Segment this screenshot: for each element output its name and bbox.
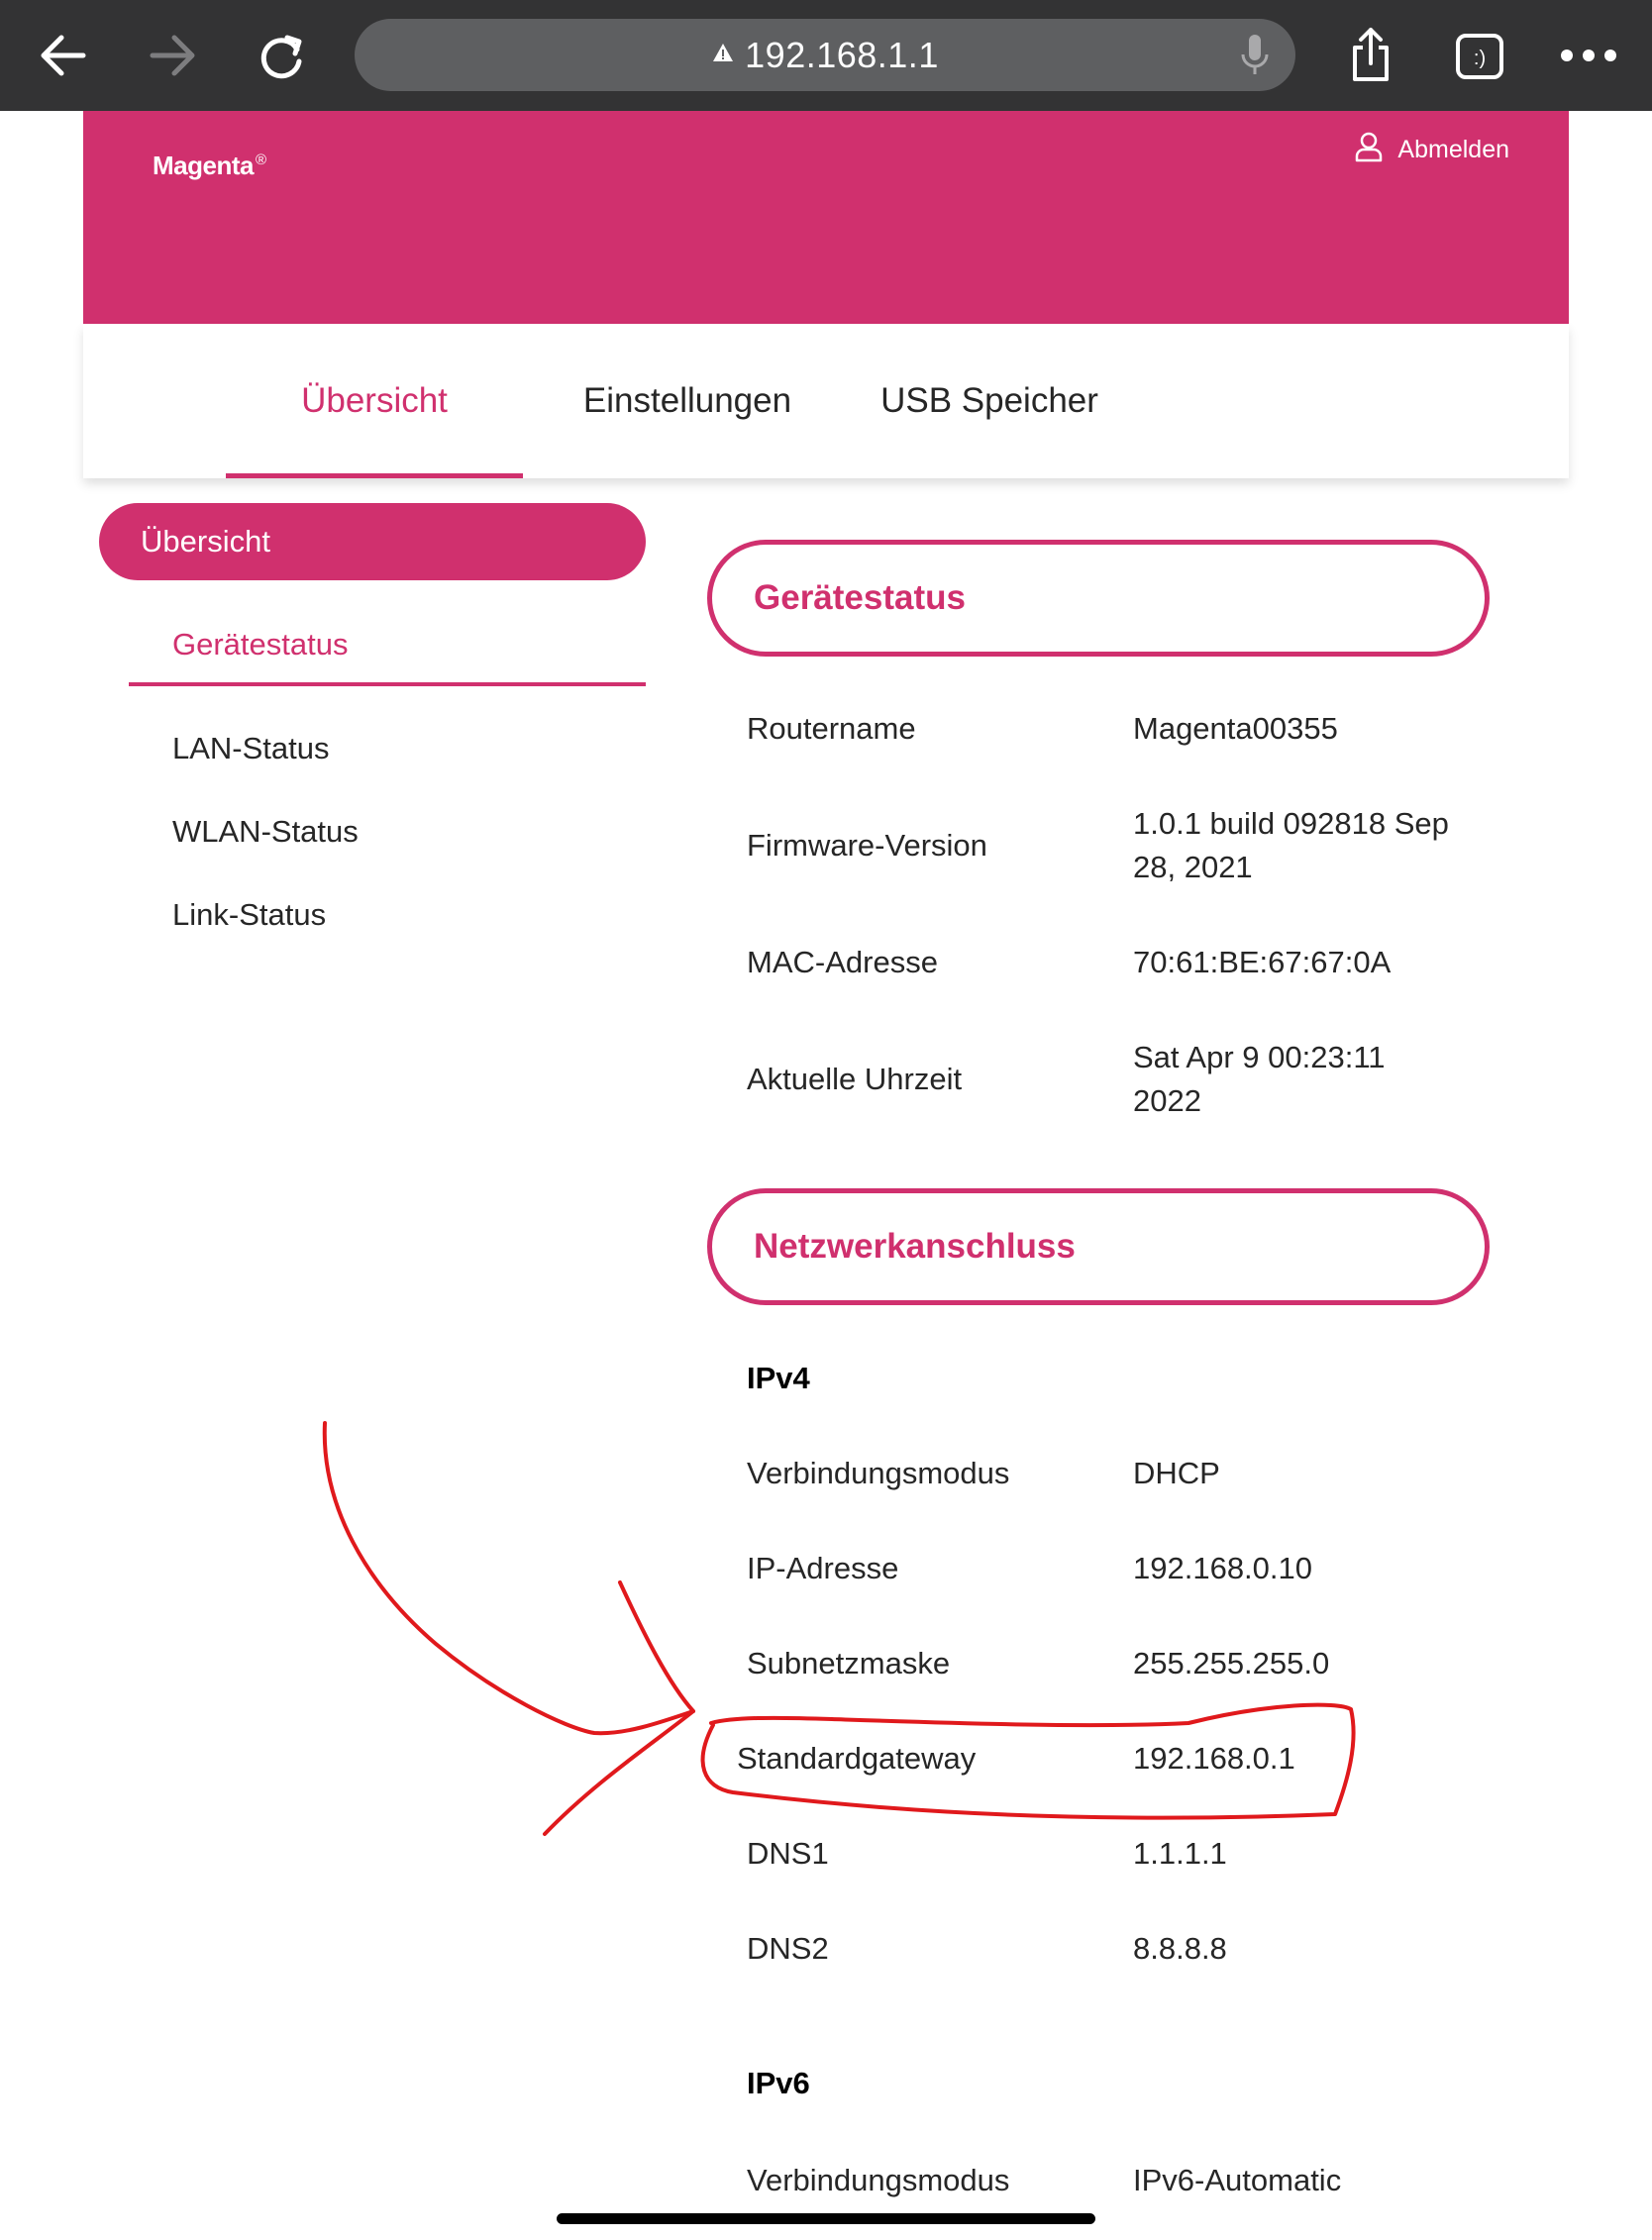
red-annotation bbox=[322, 1421, 1356, 1836]
annotation-highlight-loop bbox=[700, 1702, 1356, 1820]
home-indicator bbox=[557, 2213, 1095, 2224]
annotation-arrowhead bbox=[543, 1580, 695, 1836]
annotation-arrow-curve bbox=[322, 1421, 695, 1736]
